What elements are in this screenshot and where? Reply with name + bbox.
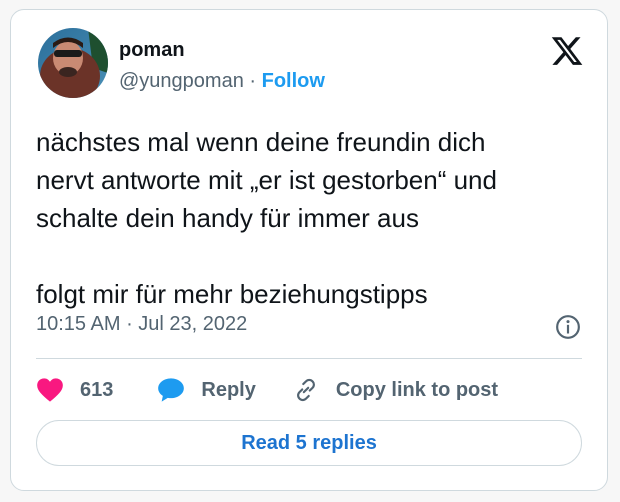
author-handle[interactable]: @yungpoman (119, 70, 244, 92)
divider (36, 358, 582, 359)
author-handle-row: @yungpoman · Follow (119, 70, 325, 93)
copy-link-button[interactable]: Copy link to post (292, 377, 498, 403)
x-logo-icon[interactable] (549, 34, 585, 68)
info-icon[interactable] (555, 314, 581, 340)
tweet-text: nächstes mal wenn deine freundin dich ne… (36, 127, 497, 309)
avatar[interactable] (38, 28, 108, 98)
tweet-time: 10:15 AM (36, 313, 121, 335)
copy-link-label: Copy link to post (335, 378, 499, 401)
read-replies-button[interactable]: Read 5 replies (36, 420, 582, 466)
like-button[interactable]: 613 (36, 377, 113, 403)
author-display-name[interactable]: poman (119, 39, 185, 62)
reply-label: Reply (201, 378, 256, 401)
tweet-card: poman @yungpoman · Follow nächstes mal w… (10, 9, 608, 491)
tweet-date: Jul 23, 2022 (138, 313, 248, 335)
handle-separator: · (243, 70, 262, 92)
reply-button[interactable]: Reply (157, 377, 256, 403)
follow-link[interactable]: Follow (262, 70, 325, 92)
date-separator: · (120, 313, 139, 335)
link-icon (296, 378, 315, 402)
action-bar: 613 Reply Copy link to post (36, 372, 498, 408)
heart-icon (37, 378, 63, 402)
like-count: 613 (80, 378, 114, 401)
tweet-timestamp[interactable]: 10:15 AM · Jul 23, 2022 (36, 313, 247, 336)
avatar-image (38, 28, 108, 98)
reply-bubble-icon (158, 378, 185, 402)
